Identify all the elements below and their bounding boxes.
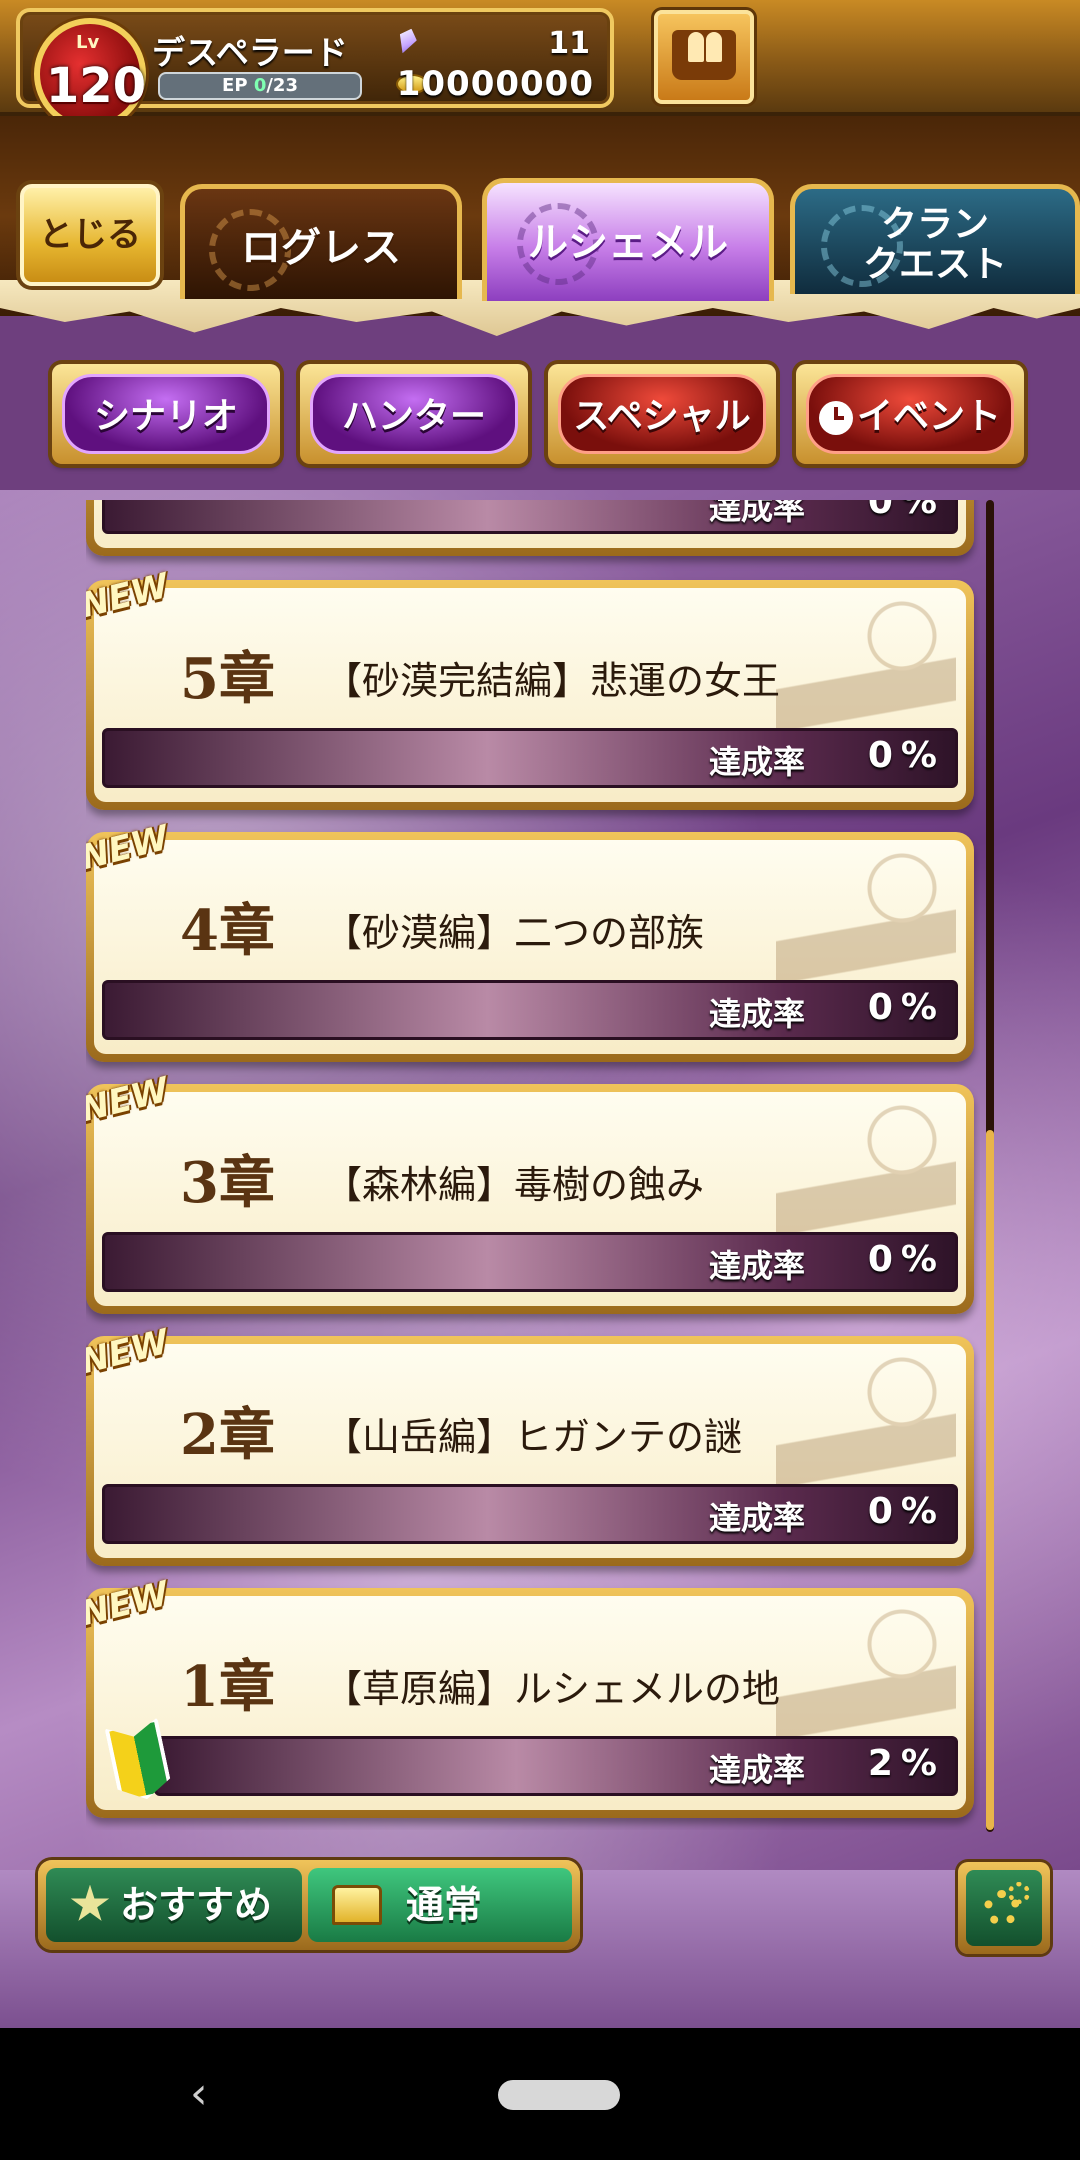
completion-value: 0% [867, 735, 945, 776]
category-scenario-button[interactable]: シナリオ [52, 364, 280, 464]
chapter-title: 【草原編】ルシェメルの地 [324, 1667, 781, 1711]
system-nav-bar: ‹ [0, 2028, 1080, 2160]
airship-icon [776, 846, 956, 986]
gem-count: 11 [548, 26, 590, 61]
clock-icon [818, 401, 853, 435]
completion-bar: 達成率 0% [102, 1232, 958, 1292]
category-special-label: スペシャル [558, 374, 766, 454]
category-event-button[interactable]: イベント [796, 364, 1024, 464]
coin-count: 10000000 [396, 64, 594, 104]
ep-max: /23 [266, 75, 298, 96]
chest-icon [332, 1884, 382, 1925]
close-button[interactable]: とじる [20, 184, 160, 286]
settings-button[interactable] [958, 1862, 1050, 1954]
completion-label: 達成率 [708, 1247, 805, 1285]
chapter-card-3[interactable]: 3章 【森林編】毒樹の蝕み 達成率 0% NEW [86, 1070, 974, 1314]
completion-value: 0% [867, 987, 945, 1028]
category-event-label: イベント [856, 396, 1001, 437]
airship-icon [776, 1602, 956, 1742]
back-icon[interactable]: ‹ [190, 2068, 208, 2119]
gear-small-icon [1008, 1882, 1030, 1904]
level-tag: Lv [76, 32, 100, 53]
sort-toggle: おすすめ 通常 [38, 1860, 580, 1950]
completion-bar: 達成率 0% [102, 500, 958, 534]
home-pill[interactable] [498, 2080, 620, 2110]
tab-lushmel[interactable]: ルシェメル [482, 178, 774, 301]
chapter-number: 2章 [180, 1402, 275, 1468]
normal-label: 通常 [406, 1883, 483, 1927]
category-special-button[interactable]: スペシャル [548, 364, 776, 464]
normal-button[interactable]: 通常 [308, 1868, 572, 1942]
category-hunter-label: ハンター [310, 374, 518, 454]
chapter-title: 【森林編】毒樹の蝕み [324, 1163, 705, 1207]
ep-current: 0 [253, 75, 267, 96]
tab-logres-label: ログレス [241, 225, 401, 271]
level-badge: Lv 120 [34, 18, 146, 130]
player-profile[interactable]: Lv 120 デスペラード EP 0/23 11 10000000 [16, 8, 614, 130]
chapter-number: 1章 [180, 1654, 275, 1720]
friend-book-button[interactable] [654, 10, 754, 104]
completion-label: 達成率 [708, 995, 805, 1033]
tab-logres[interactable]: ログレス [180, 184, 462, 299]
completion-bar: 達成率 2% [154, 1736, 958, 1796]
tab-clan-label-2: クエスト [862, 244, 1007, 285]
tab-clan-quest[interactable]: クラン クエスト [790, 184, 1080, 294]
ep-label: EP [222, 75, 248, 96]
recommended-label: おすすめ [120, 1883, 273, 1927]
level-value: 120 [45, 58, 147, 114]
completion-value: 0% [867, 1239, 945, 1280]
chapter-number: 5章 [180, 646, 275, 712]
chapter-title: 【砂漠完結編】悲運の女王 [324, 659, 781, 703]
player-name: デスペラード [152, 33, 348, 72]
completion-bar: 達成率 0% [102, 728, 958, 788]
tab-lushmel-label: ルシェメル [528, 220, 728, 266]
chapter-title: 【山岳編】ヒガンテの謎 [324, 1415, 743, 1459]
status-bar: Lv 120 デスペラード EP 0/23 11 10000000 [0, 0, 1080, 130]
tab-clan-label-1: クラン [880, 204, 989, 245]
category-hunter-button[interactable]: ハンター [300, 364, 528, 464]
completion-label: 達成率 [708, 1751, 805, 1789]
chapter-card-2[interactable]: 2章 【山岳編】ヒガンテの謎 達成率 0% NEW [86, 1322, 974, 1566]
ep-gauge: EP 0/23 [158, 72, 362, 100]
chapter-number: 4章 [180, 898, 275, 964]
completion-value: 0% [867, 1491, 945, 1532]
category-scenario-label: シナリオ [62, 374, 270, 454]
chapter-card-5[interactable]: 5章 【砂漠完結編】悲運の女王 達成率 0% NEW [86, 566, 974, 810]
airship-icon [776, 1350, 956, 1490]
completion-label: 達成率 [708, 500, 805, 527]
chapter-number: 3章 [180, 1150, 275, 1216]
completion-bar: 達成率 0% [102, 980, 958, 1040]
star-icon [70, 1884, 110, 1921]
chapter-card-4[interactable]: 4章 【砂漠編】二つの部族 達成率 0% NEW [86, 818, 974, 1062]
gem-icon [394, 26, 420, 57]
completion-label: 達成率 [708, 1499, 805, 1537]
friend-book-icon [672, 30, 736, 80]
airship-icon [776, 594, 956, 734]
completion-label: 達成率 [708, 743, 805, 781]
completion-value: 0% [867, 500, 945, 522]
chapter-list[interactable]: 達成率 0% 5章 【砂漠完結編】悲運の女王 達成率 0% NEW 4章 【砂漠… [86, 500, 980, 1830]
completion-value: 2% [867, 1743, 945, 1784]
recommended-button[interactable]: おすすめ [46, 1868, 302, 1942]
completion-bar: 達成率 0% [102, 1484, 958, 1544]
airship-icon [776, 1098, 956, 1238]
chapter-title: 【砂漠編】二つの部族 [324, 911, 705, 955]
chapter-card[interactable]: 達成率 0% [86, 500, 974, 556]
scrollbar-thumb[interactable] [986, 1130, 994, 1830]
chapter-card-1[interactable]: 1章 【草原編】ルシェメルの地 達成率 2% NEW [86, 1574, 974, 1818]
